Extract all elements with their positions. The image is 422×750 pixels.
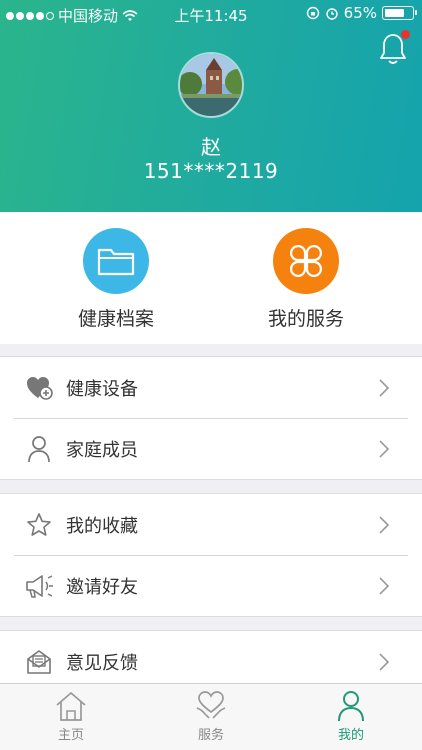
rotation-lock-icon	[306, 6, 319, 20]
my-services-label: 我的服务	[267, 308, 344, 330]
chevron-right-icon	[379, 577, 390, 595]
tab-services[interactable]: 服务	[166, 690, 256, 743]
person-icon	[338, 691, 364, 722]
menu-item-health-devices[interactable]: 健康设备	[0, 357, 422, 418]
tab-bar: 主页 服务 我的	[0, 683, 422, 750]
health-records-label: 健康档案	[77, 308, 154, 330]
heart-device-icon	[24, 373, 54, 403]
home-icon	[56, 692, 86, 721]
notification-bell-button[interactable]	[378, 30, 410, 66]
user-name: 赵	[201, 135, 221, 159]
menu-group-social: 我的收藏 邀请好友	[0, 493, 422, 617]
person-icon	[24, 434, 54, 464]
battery-percent: 65%	[343, 4, 377, 22]
quick-actions: 健康档案 我的服务	[0, 212, 422, 344]
menu-label: 邀请好友	[66, 576, 138, 598]
chevron-right-icon	[379, 379, 390, 397]
tab-mine[interactable]: 我的	[306, 690, 396, 743]
notification-badge	[401, 30, 410, 39]
folder-icon	[83, 228, 149, 294]
tab-label: 主页	[57, 728, 84, 743]
megaphone-icon	[24, 571, 54, 601]
menu-group-devices: 健康设备 家庭成员	[0, 356, 422, 480]
menu-item-family-members[interactable]: 家庭成员	[0, 418, 422, 479]
tab-home[interactable]: 主页	[26, 690, 116, 743]
star-icon	[24, 510, 54, 540]
profile-header: 中国移动 上午11:45 65% 赵 151****2119	[0, 0, 422, 212]
avatar[interactable]	[178, 52, 244, 118]
heart-hands-icon	[196, 691, 226, 719]
menu-label: 意见反馈	[66, 652, 138, 674]
chevron-right-icon	[379, 440, 390, 458]
user-phone: 151****2119	[143, 159, 279, 183]
battery-icon	[382, 6, 417, 20]
menu-label: 健康设备	[66, 378, 138, 400]
menu-label: 我的收藏	[66, 515, 138, 537]
clover-icon	[273, 228, 339, 294]
tab-label: 我的	[337, 728, 364, 743]
health-records-button[interactable]: 健康档案	[41, 228, 191, 331]
alarm-icon	[325, 8, 338, 20]
my-services-button[interactable]: 我的服务	[231, 228, 381, 331]
status-bar: 中国移动 上午11:45 65%	[0, 0, 422, 28]
tab-label: 服务	[197, 728, 224, 743]
menu-label: 家庭成员	[66, 439, 138, 461]
chevron-right-icon	[379, 516, 390, 534]
feedback-mail-icon	[24, 647, 54, 677]
menu-item-invite-friends[interactable]: 邀请好友	[0, 555, 422, 616]
chevron-right-icon	[379, 653, 390, 671]
menu-item-favorites[interactable]: 我的收藏	[0, 494, 422, 555]
